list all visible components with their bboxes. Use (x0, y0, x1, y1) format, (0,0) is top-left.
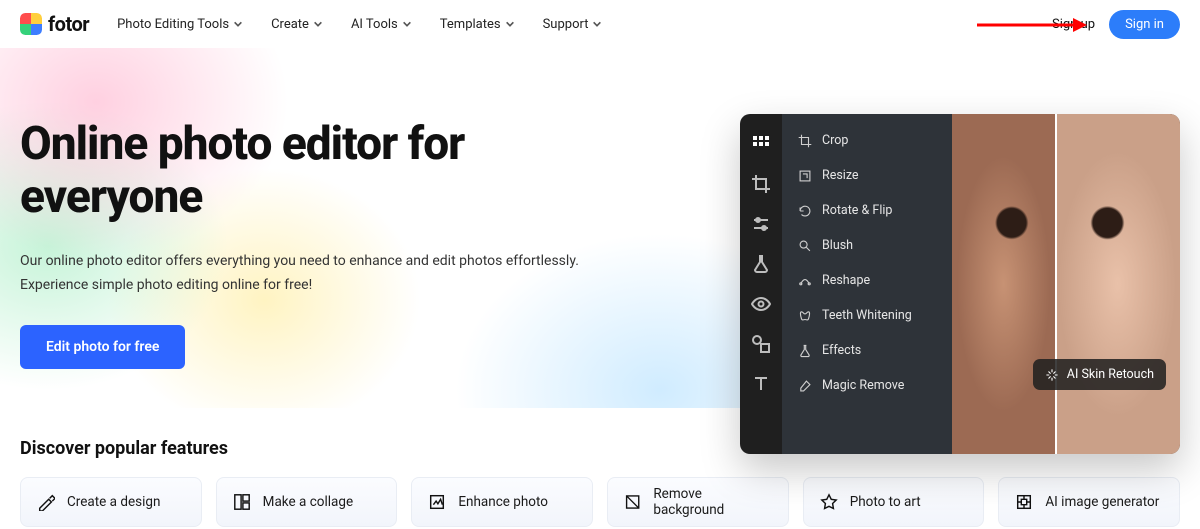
rail-elements[interactable] (751, 334, 771, 354)
blush-icon (798, 239, 812, 253)
edit-photo-cta[interactable]: Edit photo for free (20, 325, 185, 369)
collage-icon (233, 493, 251, 511)
teeth-icon (798, 309, 812, 323)
rail-adjust[interactable] (751, 214, 771, 234)
text-icon (751, 374, 771, 394)
grid-icon (751, 134, 771, 154)
tool-teeth-whitening[interactable]: Teeth Whitening (788, 299, 946, 332)
compare-slider[interactable] (1055, 114, 1057, 454)
tool-reshape[interactable]: Reshape (788, 264, 946, 297)
feature-enhance-photo[interactable]: Enhance photo (411, 477, 593, 527)
feature-remove-background[interactable]: Remove background (607, 477, 789, 527)
nav-label: AI Tools (351, 17, 398, 32)
sign-up-link[interactable]: Sign up (1052, 17, 1095, 32)
chevron-down-icon (313, 19, 323, 29)
hero-title: Online photo editor for everyone (20, 118, 580, 224)
nav-label: Templates (440, 17, 501, 32)
feature-label: Photo to art (850, 494, 921, 510)
hero: Online photo editor for everyone Our onl… (0, 48, 1200, 408)
design-icon (37, 493, 55, 511)
nav-create[interactable]: Create (271, 17, 323, 32)
before-image (952, 114, 1055, 454)
tool-label: Resize (822, 168, 859, 183)
rail-beauty[interactable] (751, 294, 771, 314)
tool-crop[interactable]: Crop (788, 124, 946, 157)
editor-canvas: AI Skin Retouch (952, 114, 1180, 454)
feature-create-design[interactable]: Create a design (20, 477, 202, 527)
editor-preview: Crop Resize Rotate & Flip Blush Reshape … (740, 114, 1180, 454)
brand-logo[interactable]: fotor (20, 12, 89, 36)
tool-effects[interactable]: Effects (788, 334, 946, 367)
tool-label: Reshape (822, 273, 870, 288)
effects-icon (798, 344, 812, 358)
tool-resize[interactable]: Resize (788, 159, 946, 192)
nav-label: Create (271, 17, 309, 32)
tool-label: Teeth Whitening (822, 308, 912, 323)
tool-rotate-flip[interactable]: Rotate & Flip (788, 194, 946, 227)
brand-logo-mark (20, 13, 42, 35)
rail-apps[interactable] (751, 134, 771, 154)
tool-label: Magic Remove (822, 378, 904, 393)
header-actions: Sign up Sign in (1052, 10, 1180, 39)
nav-templates[interactable]: Templates (440, 17, 515, 32)
nav-photo-editing[interactable]: Photo Editing Tools (117, 17, 243, 32)
ai-gen-icon (1015, 493, 1033, 511)
ai-skin-retouch-chip[interactable]: AI Skin Retouch (1033, 359, 1166, 390)
rotate-icon (798, 204, 812, 218)
feature-label: Enhance photo (458, 494, 548, 510)
sign-in-button[interactable]: Sign in (1109, 10, 1180, 39)
nav-ai-tools[interactable]: AI Tools (351, 17, 412, 32)
rail-effects[interactable] (751, 254, 771, 274)
feature-photo-to-art[interactable]: Photo to art (803, 477, 985, 527)
feature-make-collage[interactable]: Make a collage (216, 477, 398, 527)
tool-label: Effects (822, 343, 861, 358)
feature-label: AI image generator (1045, 494, 1159, 510)
crop-icon (798, 134, 812, 148)
tool-magic-remove[interactable]: Magic Remove (788, 369, 946, 402)
reshape-icon (798, 274, 812, 288)
chevron-down-icon (505, 19, 515, 29)
rail-text[interactable] (751, 374, 771, 394)
nav-label: Photo Editing Tools (117, 17, 229, 32)
sparkle-icon (1045, 368, 1059, 382)
main-nav: Photo Editing Tools Create AI Tools Temp… (117, 17, 602, 32)
photo-art-icon (820, 493, 838, 511)
nav-support[interactable]: Support (543, 17, 603, 32)
crop-icon (751, 174, 771, 194)
ai-chip-label: AI Skin Retouch (1067, 367, 1154, 382)
feature-row: Create a design Make a collage Enhance p… (20, 477, 1180, 527)
hero-subtitle: Our online photo editor offers everythin… (20, 250, 600, 298)
eraser-icon (798, 379, 812, 393)
flask-icon (751, 254, 771, 274)
remove-bg-icon (624, 493, 641, 511)
editor-rail (740, 114, 782, 454)
eye-icon (751, 294, 771, 314)
chevron-down-icon (233, 19, 243, 29)
rail-crop[interactable] (751, 174, 771, 194)
shapes-icon (751, 334, 771, 354)
feature-ai-image-generator[interactable]: AI image generator (998, 477, 1180, 527)
feature-label: Create a design (67, 494, 160, 510)
after-image (1055, 114, 1180, 454)
tool-panel: Crop Resize Rotate & Flip Blush Reshape … (782, 114, 952, 454)
sliders-icon (751, 214, 771, 234)
feature-label: Make a collage (263, 494, 353, 510)
chevron-down-icon (402, 19, 412, 29)
tool-label: Crop (822, 133, 848, 148)
header: fotor Photo Editing Tools Create AI Tool… (0, 0, 1200, 48)
resize-icon (798, 169, 812, 183)
enhance-icon (428, 493, 446, 511)
nav-label: Support (543, 17, 589, 32)
brand-name: fotor (48, 12, 89, 36)
chevron-down-icon (592, 19, 602, 29)
tool-blush[interactable]: Blush (788, 229, 946, 262)
feature-label: Remove background (653, 486, 771, 518)
tool-label: Blush (822, 238, 853, 253)
tool-label: Rotate & Flip (822, 203, 892, 218)
